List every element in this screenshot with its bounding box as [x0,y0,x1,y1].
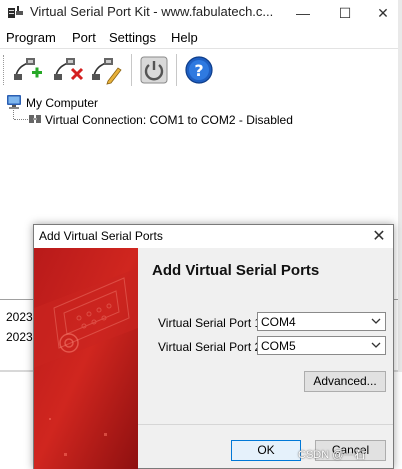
port2-select[interactable]: COM5 [257,336,386,355]
edit-port-icon[interactable] [90,54,122,86]
watermark: CSDN @一石 [298,449,366,461]
toolbar-grip[interactable] [3,55,7,85]
title-bar[interactable]: Virtual Serial Port Kit - www.fabulatech… [0,0,402,26]
port2-label: Virtual Serial Port 2: [158,340,265,354]
chevron-down-icon [371,342,381,348]
minimize-button[interactable]: — [280,0,326,26]
dialog-title-bar[interactable]: Add Virtual Serial Ports ✕ [34,225,393,248]
connection-icon [29,115,41,123]
remove-port-icon[interactable] [52,54,84,86]
tree-item-label: Virtual Connection: COM1 to COM2 - Disab… [45,113,293,127]
toolbar: ? [0,48,402,92]
toolbar-separator [176,54,177,86]
ok-button[interactable]: OK [231,440,301,461]
add-port-icon[interactable] [12,54,44,86]
power-icon[interactable] [138,54,170,86]
window-border [398,0,402,372]
dialog-heading: Add Virtual Serial Ports [152,262,320,279]
dialog-close-button[interactable]: ✕ [366,225,392,248]
tree-connector [13,110,14,119]
add-ports-dialog: Add Virtual Serial Ports ✕ Add Virtual S… [33,224,394,469]
menu-help[interactable]: Help [171,30,198,45]
port1-label: Virtual Serial Port 1: [158,316,265,330]
svg-text:?: ? [194,61,203,80]
window-title: Virtual Serial Port Kit - www.fabulatech… [30,4,274,19]
app-icon [8,6,23,18]
log-row: 2023 [6,330,33,344]
banner-image [34,248,138,469]
port1-select[interactable]: COM4 [257,312,386,331]
menu-settings[interactable]: Settings [109,30,156,45]
toolbar-separator [131,54,132,86]
port1-value: COM4 [261,315,296,329]
chevron-down-icon [371,318,381,324]
menu-port[interactable]: Port [72,30,96,45]
menu-program[interactable]: Program [6,30,56,45]
dialog-title: Add Virtual Serial Ports [39,229,163,243]
tree-root-label: My Computer [26,96,99,110]
log-row: 2023 [6,310,33,324]
computer-icon [7,95,21,109]
tree-connector [14,119,28,120]
menu-bar: Program Port Settings Help [0,28,402,48]
help-icon[interactable]: ? [183,54,215,86]
maximize-button[interactable]: ☐ [322,0,368,26]
close-button[interactable]: ✕ [364,0,402,26]
port2-value: COM5 [261,339,296,353]
advanced-button[interactable]: Advanced... [304,371,386,392]
dialog-divider [138,424,393,425]
